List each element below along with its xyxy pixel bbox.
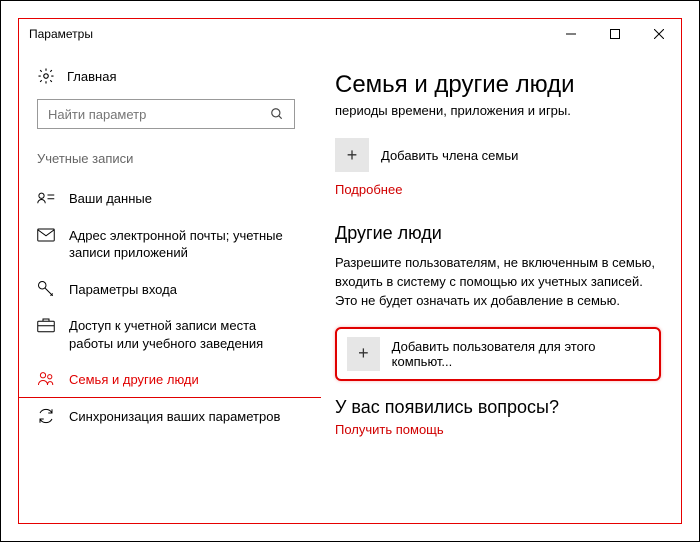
add-user-label: Добавить пользователя для этого компьют.… [392,339,649,369]
add-family-label: Добавить члена семьи [381,148,518,163]
settings-window: Параметры Главная [18,18,682,524]
home-label: Главная [67,69,116,84]
sidebar-item-family[interactable]: Семья и другие люди [37,361,303,398]
sidebar-item-label: Параметры входа [69,280,177,299]
titlebar: Параметры [19,19,681,49]
search-input[interactable] [37,99,295,129]
search-icon [270,107,284,121]
gear-icon [37,67,55,85]
maximize-button[interactable] [593,19,637,49]
mail-icon [37,226,55,244]
add-user-button[interactable]: + Добавить пользователя для этого компью… [335,327,661,381]
sidebar-item-label: Синхронизация ваших параметров [69,407,280,426]
sidebar: Главная Учетные записи Ваши данные [19,49,319,523]
others-description: Разрешите пользователям, не включенным в… [335,254,661,311]
home-button[interactable]: Главная [37,67,303,85]
window-title: Параметры [29,27,93,41]
sync-icon [37,407,55,425]
window-controls [549,19,681,49]
minimize-button[interactable] [549,19,593,49]
close-button[interactable] [637,19,681,49]
sidebar-item-label: Семья и другие люди [69,370,199,389]
people-icon [37,370,55,388]
page-title: Семья и другие люди [335,71,661,99]
search-field[interactable] [48,107,270,122]
sidebar-item-email[interactable]: Адрес электронной почты; учетные записи … [37,217,303,271]
page-subtitle: периоды времени, приложения и игры. [335,103,661,118]
sidebar-item-sync[interactable]: Синхронизация ваших параметров [37,398,303,435]
sidebar-item-label: Адрес электронной почты; учетные записи … [69,226,303,262]
questions-heading: У вас появились вопросы? [335,397,661,418]
sidebar-item-your-info[interactable]: Ваши данные [37,180,303,217]
briefcase-icon [37,316,55,334]
key-icon [37,280,55,298]
sidebar-item-label: Ваши данные [69,189,152,208]
plus-icon: + [335,138,369,172]
sidebar-item-signin[interactable]: Параметры входа [37,271,303,308]
screenshot-frame: Параметры Главная [0,0,700,542]
get-help-link[interactable]: Получить помощь [335,422,661,437]
person-card-icon [37,189,55,207]
add-family-button[interactable]: + Добавить члена семьи [335,138,661,172]
sidebar-section-heading: Учетные записи [37,151,303,166]
plus-icon: + [347,337,380,371]
main-content: Семья и другие люди периоды времени, при… [319,49,681,523]
sidebar-item-label: Доступ к учетной записи места работы или… [69,316,303,352]
others-heading: Другие люди [335,223,661,244]
window-body: Главная Учетные записи Ваши данные [19,49,681,523]
annotation-underline [19,397,321,398]
learn-more-link[interactable]: Подробнее [335,182,661,197]
sidebar-item-work-access[interactable]: Доступ к учетной записи места работы или… [37,307,303,361]
